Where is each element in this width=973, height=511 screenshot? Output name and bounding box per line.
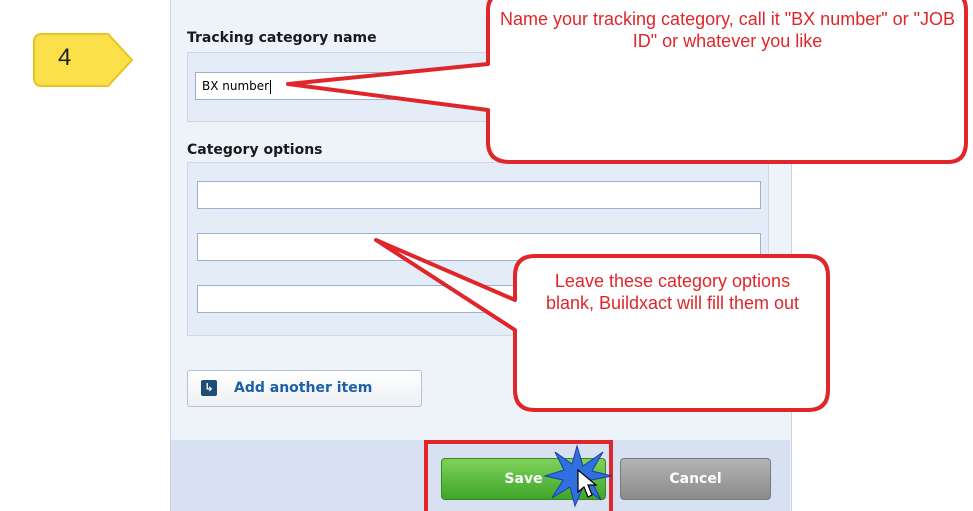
options-callout-bubble xyxy=(374,238,830,412)
options-callout-text: Leave these category options blank, Buil… xyxy=(545,271,800,313)
annotation-overlay xyxy=(33,0,968,508)
step-number: 4 xyxy=(58,44,72,71)
name-callout-text: Name your tracking category, call it "BX… xyxy=(500,9,956,51)
step-badge-shape xyxy=(33,33,134,87)
